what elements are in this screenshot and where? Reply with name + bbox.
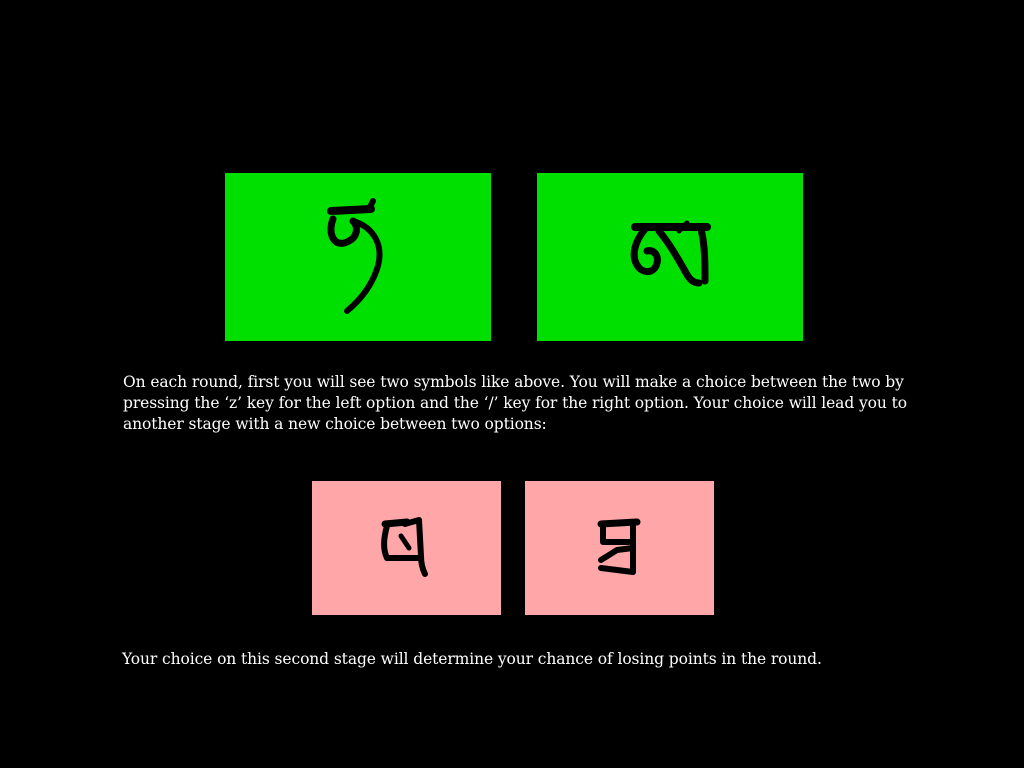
stage1-right-option xyxy=(537,173,803,341)
tibetan-letter-ba-icon xyxy=(597,518,640,575)
stage2-right-option xyxy=(525,481,714,615)
stage1-left-option xyxy=(225,173,491,341)
instruction-text-first: On each round, first you will see two sy… xyxy=(123,373,907,433)
instruction-text-second: Your choice on this second stage will de… xyxy=(122,650,822,668)
tibetan-letter-nya-icon xyxy=(327,198,383,314)
stage2-left-option xyxy=(312,481,501,615)
tibetan-letter-ma-icon xyxy=(630,220,711,287)
tibetan-letter-pa-icon xyxy=(380,517,428,577)
